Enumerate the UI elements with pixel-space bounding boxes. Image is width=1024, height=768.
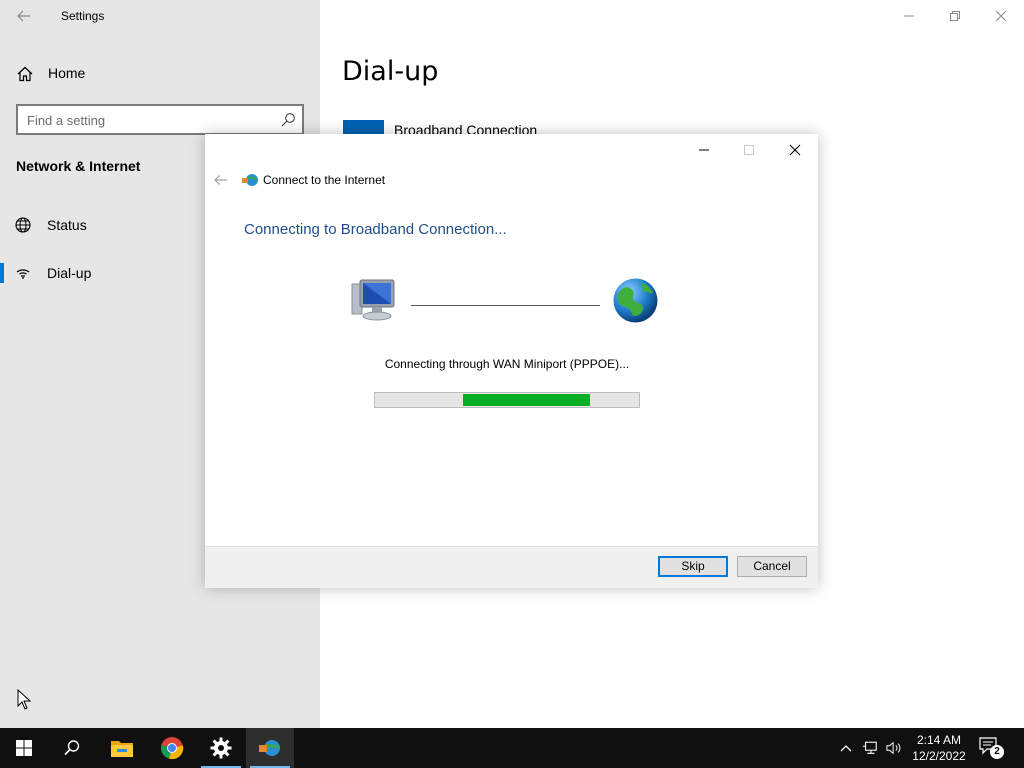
dialog-back-button[interactable] <box>213 172 229 188</box>
globe-icon <box>612 277 659 324</box>
search-icon[interactable] <box>280 112 296 128</box>
status-text: Connecting through WAN Miniport (PPPOE).… <box>384 357 630 371</box>
volume-icon <box>886 741 901 755</box>
file-explorer-icon <box>111 741 133 757</box>
home-nav-item[interactable]: Home <box>0 60 320 88</box>
search-box <box>16 104 304 135</box>
home-icon <box>16 65 34 83</box>
search-icon <box>64 740 80 756</box>
progress-fill <box>463 394 590 406</box>
page-title: Dial-up <box>342 56 439 87</box>
action-center-button[interactable]: 2 <box>978 736 1010 760</box>
dialup-icon <box>14 264 32 282</box>
chevron-up-icon <box>840 745 852 752</box>
minimize-icon <box>699 149 709 151</box>
dialog-heading: Connecting to Broadband Connection... <box>244 221 507 238</box>
taskbar: 2:14 AM 12/2/2022 2 <box>0 728 1024 768</box>
maximize-icon <box>744 145 754 155</box>
app-title: Settings <box>61 9 105 23</box>
connect-internet-taskbar-button[interactable] <box>246 728 294 768</box>
back-arrow-icon <box>17 10 30 22</box>
connect-dialog: Connect to the Internet Connecting to Br… <box>205 134 818 588</box>
network-tray-button[interactable] <box>862 739 878 757</box>
settings-taskbar-button[interactable] <box>197 728 245 768</box>
search-input[interactable] <box>27 111 267 129</box>
home-label: Home <box>48 65 86 81</box>
connection-line <box>411 305 600 306</box>
chrome-icon <box>161 737 184 760</box>
connect-internet-icon <box>259 740 280 756</box>
skip-button[interactable]: Skip <box>658 556 728 577</box>
back-button[interactable] <box>14 6 34 26</box>
dialog-close-button[interactable] <box>773 136 817 164</box>
section-title: Network & Internet <box>16 158 141 174</box>
dialog-footer: Skip Cancel <box>205 546 818 588</box>
dialog-title: Connect to the Internet <box>263 173 386 187</box>
chrome-button[interactable] <box>148 728 196 768</box>
back-arrow-icon <box>214 175 227 185</box>
minimize-icon <box>904 15 914 17</box>
cancel-button[interactable]: Cancel <box>737 556 807 577</box>
globe-icon <box>14 216 32 234</box>
clock-time: 2:14 AM <box>916 733 962 747</box>
file-explorer-button[interactable] <box>98 728 146 768</box>
start-button[interactable] <box>0 728 48 768</box>
close-button[interactable] <box>978 0 1024 32</box>
close-icon <box>995 10 1007 22</box>
sidebar-item-label: Dial-up <box>47 265 92 281</box>
computer-icon <box>348 278 398 324</box>
restore-icon <box>950 11 960 21</box>
dialog-maximize-button <box>727 136 771 164</box>
clock-date: 12/2/2022 <box>912 749 966 763</box>
mouse-cursor-icon <box>17 688 32 710</box>
sidebar-item-label: Status <box>47 217 87 233</box>
minimize-button[interactable] <box>886 0 932 32</box>
taskbar-clock[interactable]: 2:14 AM 12/2/2022 <box>908 732 970 764</box>
restore-button[interactable] <box>932 0 978 32</box>
settings-icon <box>210 737 232 759</box>
connect-internet-icon <box>241 171 259 189</box>
close-icon <box>789 144 801 156</box>
volume-tray-button[interactable] <box>886 739 902 757</box>
show-hidden-icons-button[interactable] <box>838 739 854 757</box>
network-icon <box>862 741 877 754</box>
start-icon <box>16 740 32 756</box>
taskbar-search-button[interactable] <box>48 728 96 768</box>
dialog-minimize-button[interactable] <box>682 136 726 164</box>
notification-count-badge: 2 <box>990 745 1004 759</box>
progress-bar <box>374 392 640 408</box>
